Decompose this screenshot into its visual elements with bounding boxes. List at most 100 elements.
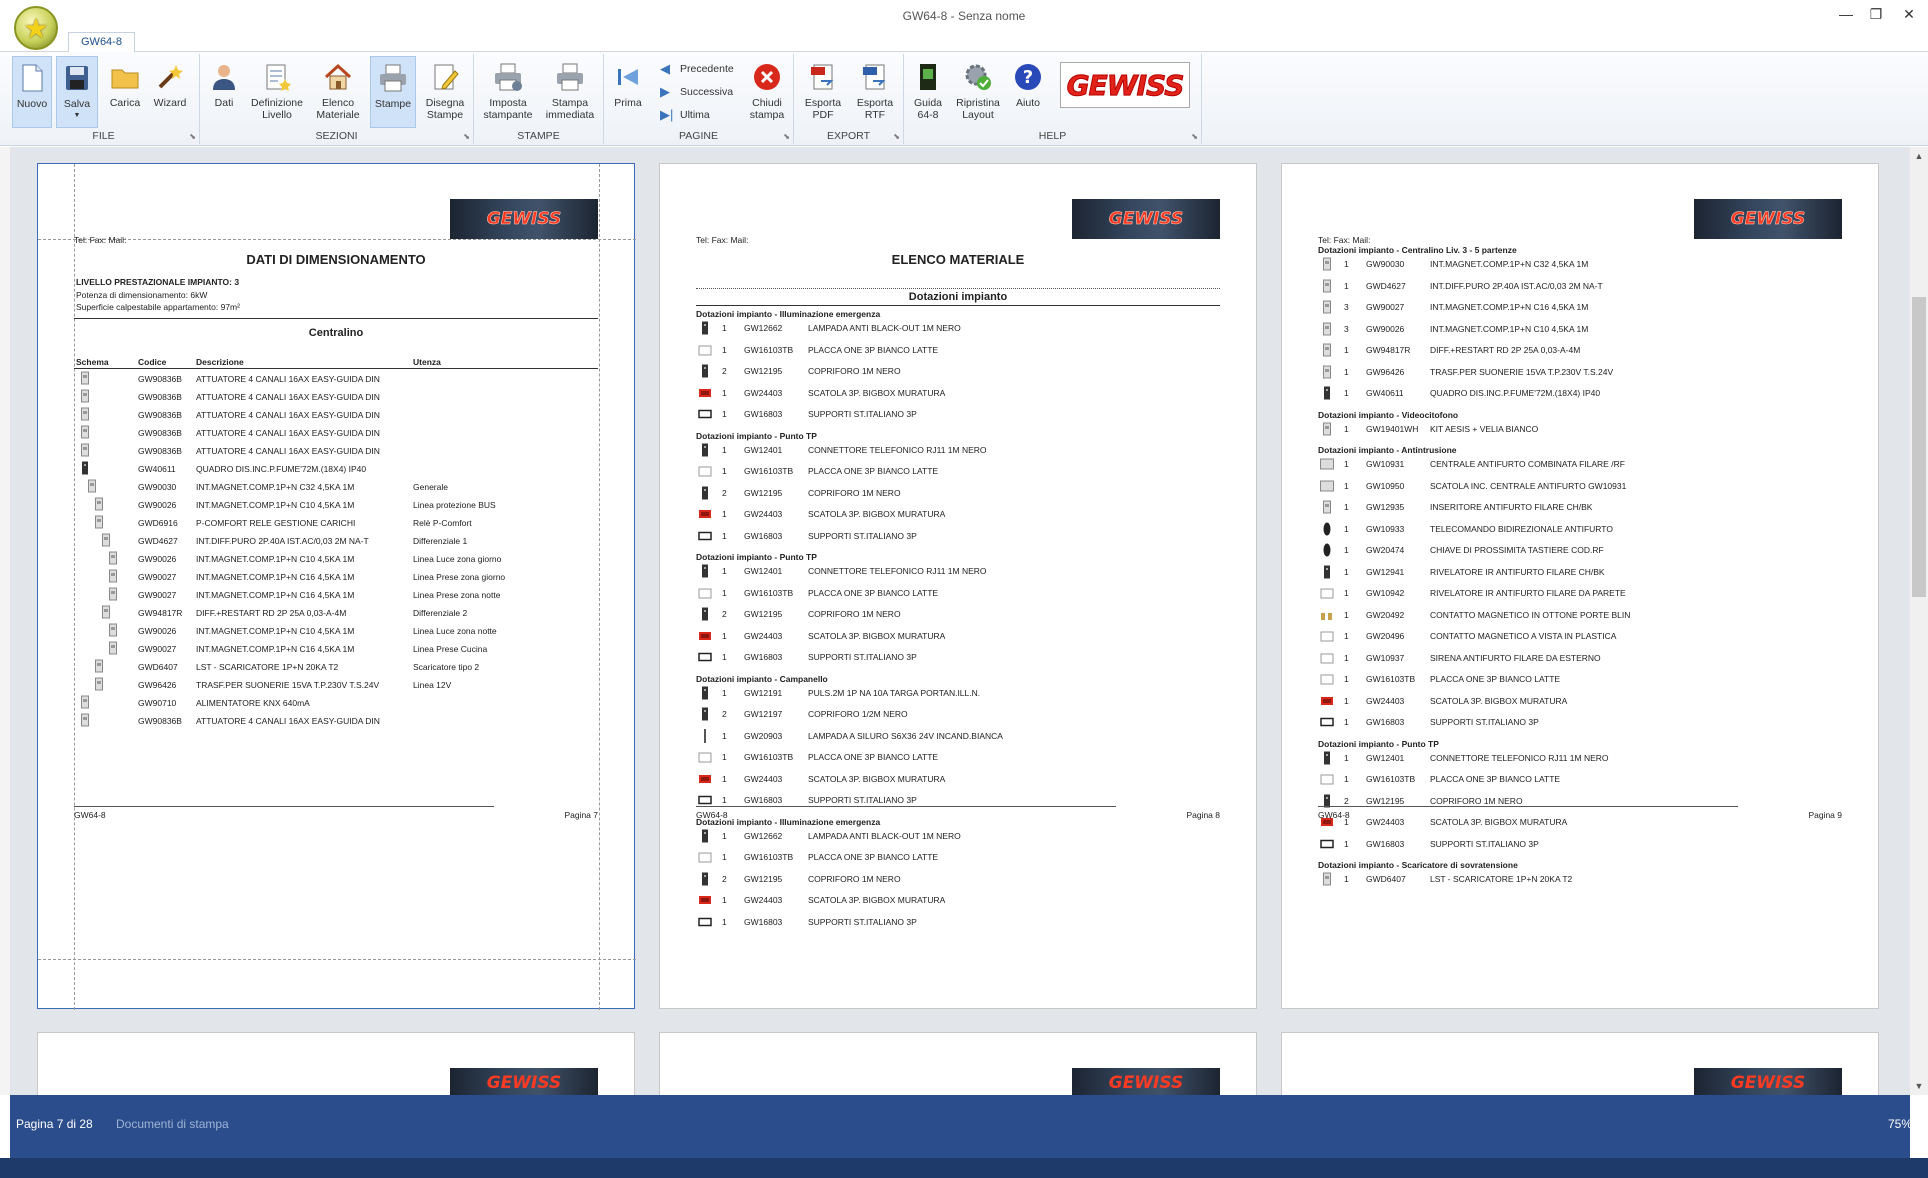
item-quantity: 1 <box>722 530 727 541</box>
elenco-materiale-button[interactable]: Elenco Materiale <box>310 56 366 128</box>
item-description: TELECOMANDO BIDIREZIONALE ANTIFURTO <box>1430 523 1613 534</box>
row-description: INT.DIFF.PURO 2P.40A IST.AC/0,03 2M NA-T <box>196 536 369 546</box>
stampe-button[interactable]: Stampe <box>370 56 416 128</box>
item-description: CONNETTORE TELEFONICO RJ11 1M NERO <box>808 566 987 576</box>
row-code: GW94817R <box>138 608 183 618</box>
close-icon[interactable]: ✕ <box>1895 6 1923 23</box>
group-label-export: EXPORT <box>827 130 870 142</box>
item-description: PLACCA ONE 3P BIANCO LATTE <box>1430 774 1561 784</box>
item-quantity: 3 <box>1344 302 1349 312</box>
esporta-rtf-button[interactable]: Esporta RTF <box>850 56 900 128</box>
dialog-launcher-icon[interactable]: ⬊ <box>189 132 196 141</box>
esporta-pdf-button[interactable]: Esporta PDF <box>798 56 848 128</box>
row-code: GWD6407 <box>138 662 178 672</box>
draw-document-icon <box>428 60 462 94</box>
printer-icon <box>376 61 410 95</box>
item-code: GW16803 <box>744 409 783 419</box>
item-description: RIVELATORE IR ANTIFURTO FILARE DA PARETE <box>1430 588 1626 598</box>
chevron-down-icon: ▼ <box>73 112 81 119</box>
guida-button[interactable]: Guida 64-8 <box>908 56 948 128</box>
dialog-launcher-icon[interactable]: ⬊ <box>893 132 900 141</box>
item-description: COPRIFORO 1/2M NERO <box>808 709 908 719</box>
item-quantity: 1 <box>722 630 727 641</box>
item-code: GW94817R <box>1366 345 1411 355</box>
page-indicator: Pagina 7 di 28 <box>16 1117 93 1131</box>
page-11-preview[interactable]: GEWISS <box>659 1032 1257 1095</box>
item-quantity: 2 <box>722 487 727 498</box>
row-description: INT.MAGNET.COMP.1P+N C10 4,5KA 1M <box>196 554 355 564</box>
section-title: Centralino <box>308 327 364 339</box>
contact-line: Tel: Fax: Mail: <box>1318 235 1371 245</box>
footer-rule <box>1318 806 1738 807</box>
row-description: QUADRO DIS.INC.P.FUME'72M.(18X4) IP40 <box>196 464 367 474</box>
successiva-button[interactable]: ▶ Successiva <box>660 83 733 101</box>
disegna-stampe-button[interactable]: Disegna Stampe <box>420 56 470 128</box>
group-heading: Dotazioni impianto - Antintrusione <box>1318 445 1457 455</box>
chiudi-stampa-button[interactable]: Chiudi stampa <box>744 56 790 128</box>
item-quantity: 1 <box>1344 838 1349 849</box>
scrollbar-thumb[interactable] <box>1912 297 1926 597</box>
item-quantity: 1 <box>722 466 727 476</box>
row-description: INT.MAGNET.COMP.1P+N C16 4,5KA 1M <box>196 572 355 582</box>
wizard-button[interactable]: Wizard <box>148 56 192 128</box>
ultima-button[interactable]: ▶| Ultima <box>660 106 710 124</box>
zoom-level[interactable]: 75% <box>1888 1117 1912 1131</box>
scroll-up-icon[interactable]: ▲ <box>1910 151 1928 161</box>
panel-icon <box>1320 457 1334 471</box>
white-plate-icon <box>698 343 712 357</box>
ripristina-layout-button[interactable]: Ripristina Layout <box>950 56 1006 128</box>
carica-button[interactable]: Carica <box>104 56 146 128</box>
item-quantity: 1 <box>722 323 727 333</box>
restore-icon[interactable]: ❐ <box>1862 6 1890 23</box>
aiuto-button[interactable]: ? Aiuto <box>1008 56 1048 128</box>
item-description: SUPPORTI ST.ITALIANO 3P <box>1430 717 1539 727</box>
tab-gw64-8[interactable]: GW64-8 <box>68 32 135 53</box>
page-7[interactable]: GEWISS Tel: Fax: Mail: DATI DI DIMENSIONAM… <box>37 163 636 1010</box>
item-description: CONTATTO MAGNETICO A VISTA IN PLASTICA <box>1430 631 1617 641</box>
page-12-preview[interactable]: GEWISS <box>1281 1032 1879 1095</box>
item-code: GW24403 <box>744 895 783 905</box>
nuovo-button[interactable]: Nuovo <box>12 56 52 128</box>
vertical-scrollbar[interactable]: ▲ ▼ <box>1910 147 1928 1095</box>
row-description: INT.MAGNET.COMP.1P+N C16 4,5KA 1M <box>196 644 355 654</box>
scroll-down-icon[interactable]: ▼ <box>1910 1081 1928 1091</box>
salva-button[interactable]: Salva ▼ <box>56 56 98 128</box>
panel-icon <box>1320 479 1334 493</box>
row-description: ATTUATORE 4 CANALI 16AX EASY-GUIDA DIN <box>196 716 380 726</box>
page-10-preview[interactable]: GEWISS <box>37 1032 635 1095</box>
item-code: GW12935 <box>1366 502 1405 512</box>
support-frame-icon <box>698 915 712 929</box>
item-code: GW12195 <box>744 609 783 619</box>
item-code: GW16103TB <box>744 466 794 476</box>
row-code: GW90030 <box>138 482 177 492</box>
din-breaker-icon <box>78 443 92 457</box>
minimize-icon[interactable]: — <box>1832 6 1860 22</box>
group-heading: Dotazioni impianto - Centralino Liv. 3 -… <box>1318 245 1517 255</box>
prima-button[interactable]: Prima <box>608 56 648 128</box>
din-breaker-icon <box>92 497 106 511</box>
item-quantity: 1 <box>1344 545 1349 555</box>
item-code: GW12195 <box>744 487 783 498</box>
definizione-livello-button[interactable]: Definizione Livello <box>248 56 306 128</box>
dati-button[interactable]: Dati <box>204 56 244 128</box>
item-code: GW16803 <box>744 652 783 662</box>
item-quantity: 2 <box>722 709 727 719</box>
row-code: GW90027 <box>138 590 177 600</box>
window-title: GW64-8 - Senza nome <box>902 9 1026 23</box>
item-quantity: 1 <box>722 566 727 576</box>
dialog-launcher-icon[interactable]: ⬊ <box>783 132 790 141</box>
imposta-stampante-button[interactable]: Imposta stampante <box>478 56 538 128</box>
svg-text:?: ? <box>1023 67 1033 88</box>
page-9[interactable]: GEWISS Tel: Fax: Mail: Dotazioni impianto … <box>1281 163 1879 1009</box>
stampa-immediata-button[interactable]: Stampa immediata <box>540 56 600 128</box>
item-description: INT.MAGNET.COMP.1P+N C16 4,5KA 1M <box>1430 302 1589 312</box>
group-sezioni: Dati Definizione Livello Elenco Material… <box>200 54 474 144</box>
group-heading: Dotazioni impianto - Punto TP <box>696 430 817 441</box>
dialog-launcher-icon[interactable]: ⬊ <box>1191 132 1198 141</box>
page-8[interactable]: GEWISS Tel: Fax: Mail: ELENCO MATERIALE Dot… <box>659 163 1257 1009</box>
dotted-rule <box>696 288 1220 289</box>
precedente-button[interactable]: ◀ Precedente <box>660 60 734 78</box>
dialog-launcher-icon[interactable]: ⬊ <box>463 132 470 141</box>
print-preview-area[interactable]: GEWISS Tel: Fax: Mail: DATI DI DIMENSIONAM… <box>10 147 1910 1095</box>
item-code: GW16103TB <box>744 344 794 355</box>
